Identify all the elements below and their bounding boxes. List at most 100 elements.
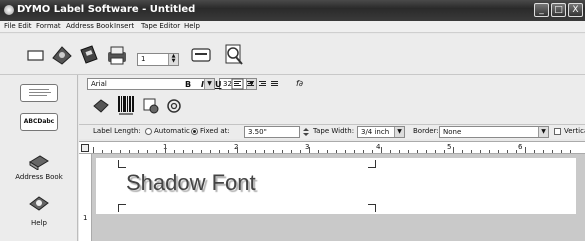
label-template-thumb[interactable] (20, 84, 58, 102)
address-label-preview-icon (29, 89, 51, 96)
print-icon[interactable] (105, 44, 129, 66)
tape-label-thumb[interactable]: ABCDabc (20, 113, 58, 131)
automatic-label: Automatic (154, 127, 190, 135)
ruler-tick (273, 150, 274, 153)
ruler-tick (561, 150, 562, 153)
ruler-tick (228, 150, 229, 153)
copies-value: 1 (141, 55, 146, 63)
label-paper[interactable]: Shadow Font (96, 158, 576, 214)
main-toolbar: 1 ▲ ▼ (0, 34, 585, 75)
save-label-icon[interactable] (78, 44, 100, 66)
ruler-tick (120, 150, 121, 153)
copies-stepper[interactable]: 1 ▲ ▼ (137, 53, 179, 66)
crop-mark (118, 160, 126, 168)
ruler-tick (192, 150, 193, 153)
ruler-corner (81, 144, 89, 152)
new-label-icon[interactable] (27, 48, 45, 62)
insert-date-icon[interactable] (142, 97, 160, 115)
printer-select-icon[interactable] (190, 45, 212, 65)
ruler-tick (381, 147, 382, 153)
tape-width-select[interactable]: 3/4 inch ▼ (357, 126, 405, 138)
crop-mark (118, 204, 126, 212)
ruler-mark-5: 5 (447, 143, 452, 151)
ruler-tick (183, 150, 184, 153)
title-bar: DYMO Label Software - Untitled _ □ X (0, 0, 585, 21)
sidebar-item-help[interactable]: Help (0, 219, 78, 227)
ruler-tick (129, 150, 130, 153)
automatic-radio[interactable] (145, 128, 152, 135)
italic-button[interactable]: I (201, 80, 204, 89)
vertical-ruler: 1 (79, 154, 92, 241)
menu-tape-editor[interactable]: Tape Editor (141, 22, 180, 30)
ruler-mark-4: 4 (376, 143, 381, 151)
ruler-tick (435, 150, 436, 153)
ruler-tick (93, 147, 94, 153)
ruler-tick (552, 150, 553, 153)
menu-address-book[interactable]: Address Book (66, 22, 114, 30)
ruler-tick (102, 150, 103, 153)
border-label: Border: (413, 127, 439, 135)
underline-button[interactable]: U (215, 80, 222, 89)
fixed-length-value: 3.50" (248, 128, 267, 136)
minimize-button[interactable]: _ (534, 3, 549, 17)
chevron-down-icon: ▼ (204, 79, 214, 89)
vertical-label-text: Vertical Label (564, 127, 585, 135)
label-text[interactable]: Shadow Font (126, 170, 256, 196)
ruler-tick (210, 150, 211, 153)
ruler-tick (237, 147, 238, 153)
label-length-label: Label Length: (93, 127, 141, 135)
ruler-tick (174, 150, 175, 153)
maximize-button[interactable]: □ (551, 3, 566, 17)
format-toolbar: Arial ▼ 32 ▼ B I U f∂ (79, 75, 585, 125)
insert-address-icon[interactable] (165, 97, 183, 115)
print-preview-icon[interactable] (222, 43, 246, 67)
fixed-length-input[interactable]: 3.50" (244, 126, 300, 138)
ruler-tick (282, 150, 283, 153)
ruler-tick (426, 150, 427, 153)
ruler-tick (318, 150, 319, 153)
ruler-tick (291, 150, 292, 153)
tape-width-value: 3/4 inch (361, 128, 390, 136)
menu-edit[interactable]: Edit (18, 22, 32, 30)
ruler-tick (156, 150, 157, 153)
menu-format[interactable]: Format (36, 22, 61, 30)
menu-bar: File Edit Format Address Book Insert Tap… (0, 21, 585, 33)
menu-insert[interactable]: Insert (114, 22, 134, 30)
fx-button[interactable]: f∂ (296, 79, 303, 88)
open-label-icon[interactable] (50, 44, 74, 66)
sidebar-item-address-book[interactable]: Address Book (0, 173, 78, 181)
fixed-radio[interactable] (191, 128, 198, 135)
ruler-tick (399, 150, 400, 153)
ruler-tick (201, 150, 202, 153)
ruler-tick (516, 150, 517, 153)
crop-mark (368, 160, 376, 168)
address-book-icon[interactable] (28, 152, 50, 170)
length-spin-icon[interactable] (302, 127, 310, 137)
left-sidebar: ABCDabc Address Book Help (0, 75, 78, 241)
label-canvas[interactable]: Shadow Font (92, 154, 585, 241)
ruler-tick (255, 150, 256, 153)
help-icon[interactable] (28, 193, 50, 213)
ruler-tick (417, 150, 418, 153)
ruler-tick (453, 147, 454, 153)
insert-image-icon[interactable] (92, 97, 110, 115)
ruler-tick (327, 150, 328, 153)
close-button[interactable]: X (568, 3, 583, 17)
menu-help[interactable]: Help (184, 22, 200, 30)
align-left-icon (231, 78, 244, 90)
bold-button[interactable]: B (185, 80, 191, 89)
app-window: DYMO Label Software - Untitled _ □ X Fil… (0, 0, 585, 241)
font-name-select[interactable]: Arial ▼ (87, 78, 215, 90)
ruler-tick (498, 150, 499, 153)
crop-mark (368, 204, 376, 212)
copies-spin-icon[interactable]: ▲ ▼ (168, 54, 178, 65)
barcode-icon[interactable] (117, 95, 135, 117)
font-name-value: Arial (91, 80, 107, 88)
alignment-buttons (231, 78, 278, 90)
border-select[interactable]: None ▼ (439, 126, 549, 138)
justify-icon (271, 81, 278, 86)
ruler-tick (534, 150, 535, 153)
vertical-label-checkbox[interactable] (554, 128, 561, 135)
menu-file[interactable]: File (4, 22, 16, 30)
ruler-tick (147, 150, 148, 153)
